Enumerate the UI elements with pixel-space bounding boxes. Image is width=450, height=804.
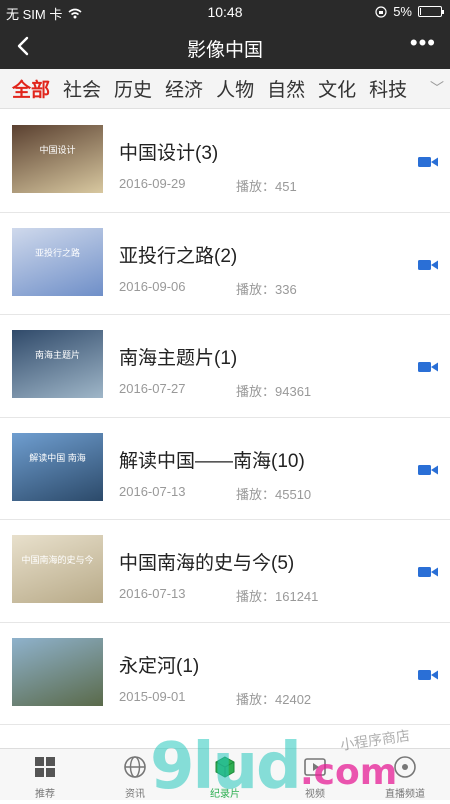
watermark-suffix: .com bbox=[300, 752, 398, 793]
video-thumbnail[interactable]: 亚投行之路 bbox=[12, 227, 103, 296]
list-item[interactable]: 永定河(1) 2015-09-01 播放：42402 bbox=[0, 623, 450, 725]
video-date: 2016-09-29 bbox=[119, 176, 186, 191]
video-date: 2016-07-13 bbox=[119, 586, 186, 601]
status-bar: 无 SIM 卡 10:48 5% bbox=[0, 0, 450, 24]
thumbnail-caption: 中国南海的史与今 bbox=[21, 555, 94, 565]
status-right: 5% bbox=[375, 4, 444, 19]
battery-percent: 5% bbox=[393, 4, 412, 19]
grid-icon bbox=[35, 757, 55, 777]
video-camera-icon bbox=[418, 157, 438, 167]
video-title[interactable]: 亚投行之路(2) bbox=[119, 241, 237, 268]
tab-economy[interactable]: 经济 bbox=[165, 75, 203, 102]
video-thumbnail[interactable]: 解读中国 南海 bbox=[12, 432, 103, 501]
video-title[interactable]: 中国南海的史与今(5) bbox=[119, 548, 294, 575]
play-count: 播放：161241 bbox=[236, 589, 319, 604]
video-date: 2016-09-06 bbox=[119, 278, 186, 294]
play-count: 播放：45510 bbox=[236, 486, 312, 502]
list-item[interactable]: 解读中国 南海 解读中国——南海(10) 2016-07-13 播放：45510 bbox=[0, 418, 450, 520]
tab-label: 推荐 bbox=[35, 789, 55, 800]
battery-fill bbox=[420, 8, 421, 15]
play-count: 播放：94361 bbox=[236, 384, 312, 399]
video-camera-icon bbox=[418, 567, 438, 577]
battery-icon bbox=[418, 6, 444, 17]
video-thumbnail[interactable]: 南海主题片 bbox=[12, 330, 103, 398]
list-item[interactable]: 中国设计 中国设计(3) 2016-09-29 播放：451 bbox=[0, 110, 450, 213]
video-camera-icon bbox=[418, 259, 438, 270]
thumbnail-caption: 南海主题片 bbox=[34, 350, 80, 360]
nav-bar: 影像中国 ••• bbox=[0, 24, 450, 69]
list-item[interactable]: 亚投行之路 亚投行之路(2) 2016-09-06 播放：336 bbox=[0, 213, 450, 315]
play-count: 播放：42402 bbox=[236, 691, 312, 707]
tab-recommend[interactable]: 推荐 bbox=[0, 749, 90, 800]
video-thumbnail[interactable]: 中国设计 bbox=[12, 125, 103, 193]
video-camera-icon bbox=[418, 669, 438, 680]
lock-rotation-icon bbox=[375, 5, 387, 18]
page-title: 影像中国 bbox=[186, 40, 263, 61]
tab-history[interactable]: 历史 bbox=[114, 75, 152, 102]
chevron-down-icon[interactable]: ﹀ bbox=[430, 78, 444, 98]
tab-culture[interactable]: 文化 bbox=[318, 75, 356, 102]
tab-tech[interactable]: 科技 bbox=[369, 75, 407, 102]
play-count: 播放：336 bbox=[236, 281, 297, 297]
thumbnail-caption: 中国设计 bbox=[39, 145, 76, 155]
video-camera-icon bbox=[418, 464, 438, 475]
video-thumbnail[interactable]: 中国南海的史与今 bbox=[12, 535, 103, 603]
video-title[interactable]: 永定河(1) bbox=[119, 651, 199, 678]
list-item[interactable]: 中国南海的史与今 中国南海的史与今(5) 2016-07-13 播放：161241 bbox=[0, 520, 450, 623]
video-list: 中国设计 中国设计(3) 2016-09-29 播放：451 亚投行之路 亚投行之路(2)… bbox=[0, 110, 450, 725]
globe-icon bbox=[124, 756, 146, 778]
video-title[interactable]: 解读中国——南海(10) bbox=[119, 446, 305, 473]
tab-all[interactable]: 全部 bbox=[12, 75, 50, 102]
tab-nature[interactable]: 自然 bbox=[267, 75, 305, 102]
tab-society[interactable]: 社会 bbox=[63, 75, 101, 102]
category-tabs: 全部 社会 历史 经济 人物 自然 文化 科技 ﹀ bbox=[0, 69, 450, 109]
thumbnail-caption: 解读中国 南海 bbox=[29, 452, 86, 463]
video-thumbnail[interactable] bbox=[12, 637, 103, 706]
watermark-logo: 9lud bbox=[150, 730, 302, 804]
video-title[interactable]: 南海主题片(1) bbox=[119, 343, 237, 370]
video-title[interactable]: 中国设计(3) bbox=[119, 138, 218, 165]
video-camera-icon bbox=[418, 362, 438, 372]
video-date: 2015-09-01 bbox=[119, 688, 186, 704]
thumbnail-caption: 亚投行之路 bbox=[34, 247, 80, 258]
video-date: 2016-07-27 bbox=[119, 381, 186, 396]
play-count: 播放：451 bbox=[236, 179, 297, 194]
video-date: 2016-07-13 bbox=[119, 483, 186, 499]
tab-people[interactable]: 人物 bbox=[216, 75, 254, 102]
list-item[interactable]: 南海主题片 南海主题片(1) 2016-07-27 播放：94361 bbox=[0, 315, 450, 418]
more-menu-icon[interactable]: ••• bbox=[410, 30, 436, 56]
